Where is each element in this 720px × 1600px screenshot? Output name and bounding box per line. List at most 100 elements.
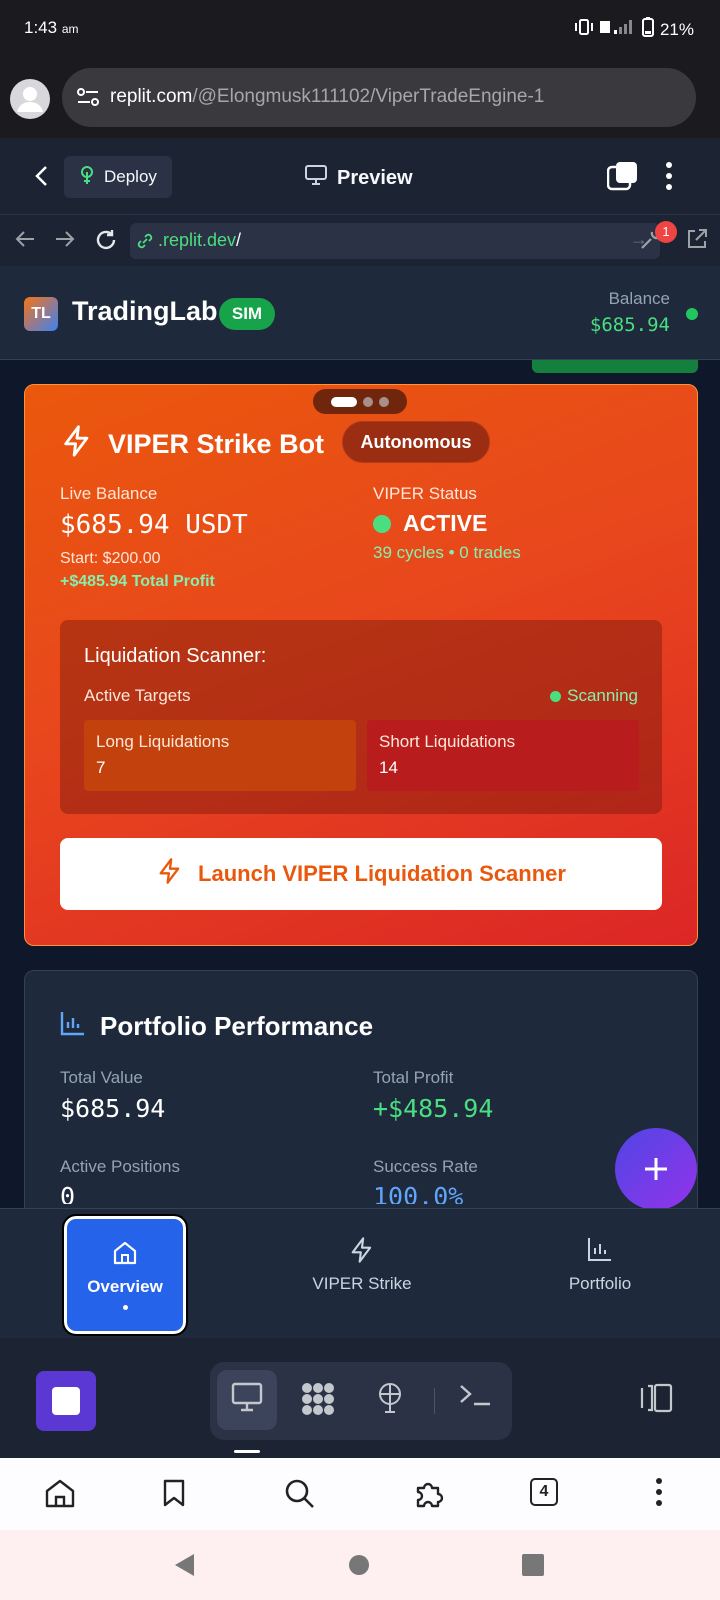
workspace-grid-icon[interactable] [300, 1382, 336, 1423]
add-fab-button[interactable] [615, 1128, 697, 1210]
open-external-icon[interactable] [686, 228, 708, 256]
lightning-icon [282, 1236, 442, 1266]
scanner-title: Liquidation Scanner: [84, 645, 267, 667]
browser-bottom-bar [0, 1458, 720, 1530]
scanning-text: Scanning [567, 686, 638, 705]
tab-viper-strike-label: VIPER Strike [312, 1274, 412, 1293]
site-settings-icon[interactable] [76, 86, 100, 113]
previous-card-edge [532, 360, 698, 373]
viper-status-label: VIPER Status [373, 484, 477, 503]
devtools-badge: 1 [655, 221, 677, 243]
tabs-switcher-icon[interactable] [606, 161, 639, 191]
preview-tab[interactable]: Preview [305, 165, 413, 191]
vibrate-icon [574, 18, 594, 41]
nav-back-icon[interactable] [14, 228, 36, 256]
scanner-subtitle: Active Targets [84, 686, 191, 705]
back-icon[interactable] [28, 162, 56, 190]
sim-badge: SIM [219, 298, 275, 330]
bar-chart-icon [520, 1236, 680, 1266]
autonomous-badge: Autonomous [342, 421, 490, 463]
viper-card-title: VIPER Strike Bot [60, 424, 324, 465]
monitor-icon[interactable] [231, 1382, 263, 1419]
long-liquidations-label: Long Liquidations [96, 732, 230, 751]
signal-icon [599, 18, 636, 41]
more-options-icon[interactable] [665, 162, 673, 195]
active-positions-value: 0 [60, 1182, 76, 1204]
balance-label: Balance [608, 289, 670, 308]
launch-scanner-button[interactable]: Launch VIPER Liquidation Scanner [60, 838, 662, 910]
home-icon [67, 1239, 183, 1269]
lightning-icon [156, 857, 184, 891]
total-profit-text: +$485.94 Total Profit [60, 573, 215, 590]
launch-button-label: Launch VIPER Liquidation Scanner [198, 861, 566, 886]
app-logo: TL [24, 297, 58, 331]
extensions-icon[interactable] [412, 1478, 444, 1515]
active-tool-indicator [234, 1450, 260, 1453]
bar-chart-icon [60, 1010, 86, 1043]
stop-button[interactable] [36, 1371, 96, 1431]
scanning-dot [550, 690, 562, 702]
battery-icon [641, 17, 654, 42]
system-home-icon[interactable] [348, 1554, 370, 1581]
connection-status-dot [686, 308, 698, 320]
lightning-icon [60, 424, 94, 465]
success-rate-value: 100.0% [373, 1182, 464, 1204]
reload-icon[interactable] [94, 228, 118, 258]
preview-url-field[interactable]: .replit.dev/ → [130, 223, 660, 259]
status-icons: 21% [574, 17, 694, 42]
panels-icon[interactable] [638, 1382, 674, 1421]
tab-viper-strike[interactable]: VIPER Strike [282, 1236, 442, 1294]
long-liquidations-value: 7 [96, 758, 106, 777]
profile-avatar[interactable] [10, 79, 50, 119]
plus-icon [645, 1158, 667, 1180]
url-host: replit.com [110, 86, 193, 107]
tab-overview[interactable]: Overview [62, 1214, 188, 1336]
system-status-bar: 1:43 am 21% [0, 0, 720, 58]
short-liquidations-box: Short Liquidations 14 [367, 720, 639, 791]
balance-value: $685.94 [589, 314, 670, 336]
monitor-icon [305, 165, 327, 191]
tabs-count: 4 [530, 1478, 558, 1506]
bookmark-icon[interactable] [162, 1478, 186, 1513]
home-icon[interactable] [44, 1478, 76, 1513]
cycles-count: 39 cycles • 0 trades [373, 543, 521, 562]
tab-portfolio-label: Portfolio [568, 1274, 632, 1293]
address-bar[interactable]: replit.com/@Elongmusk111102/ViperTradeEn… [62, 68, 696, 127]
long-liquidations-box: Long Liquidations 7 [84, 720, 356, 791]
battery-percent: 21% [659, 19, 694, 39]
start-amount: Start: $200.00 [60, 550, 161, 567]
preview-url-host: .replit.dev [158, 230, 237, 250]
deployments-icon[interactable] [374, 1382, 406, 1421]
app-title: TradingLab [72, 296, 218, 326]
tool-separator [434, 1388, 435, 1414]
total-profit-value: +$485.94 [373, 1094, 494, 1123]
total-profit-label: Total Profit [373, 1068, 454, 1087]
browser-menu-icon[interactable] [655, 1478, 663, 1511]
carousel-pager[interactable] [313, 389, 407, 414]
system-recents-icon[interactable] [522, 1554, 544, 1581]
nav-forward-icon[interactable] [54, 228, 76, 256]
total-value-label: Total Value [60, 1068, 143, 1087]
preview-label: Preview [337, 166, 413, 189]
portfolio-title-text: Portfolio Performance [100, 1011, 374, 1041]
active-positions-label: Active Positions [60, 1157, 180, 1176]
tab-portfolio[interactable]: Portfolio [520, 1236, 680, 1294]
short-liquidations-label: Short Liquidations [379, 732, 516, 751]
preview-url-path: / [236, 230, 242, 250]
active-dot [373, 514, 391, 533]
status-text: ACTIVE [403, 510, 488, 536]
shell-icon[interactable] [458, 1382, 492, 1415]
system-back-icon[interactable] [172, 1552, 196, 1583]
live-balance-label: Live Balance [60, 484, 158, 503]
live-balance-value: $685.94 USDT [60, 510, 248, 540]
link-icon [136, 232, 154, 255]
short-liquidations-value: 14 [379, 758, 398, 777]
url-path: /@Elongmusk111102/ViperTradeEngine-1 [192, 86, 545, 107]
search-icon[interactable] [284, 1478, 316, 1515]
scanning-indicator: Scanning [550, 686, 638, 706]
portfolio-title: Portfolio Performance [60, 1010, 373, 1043]
deploy-icon [78, 165, 96, 190]
deploy-button[interactable]: Deploy [64, 156, 172, 198]
tabs-count-button[interactable]: 4 [530, 1478, 558, 1506]
viper-status-value: ACTIVE [373, 510, 487, 537]
